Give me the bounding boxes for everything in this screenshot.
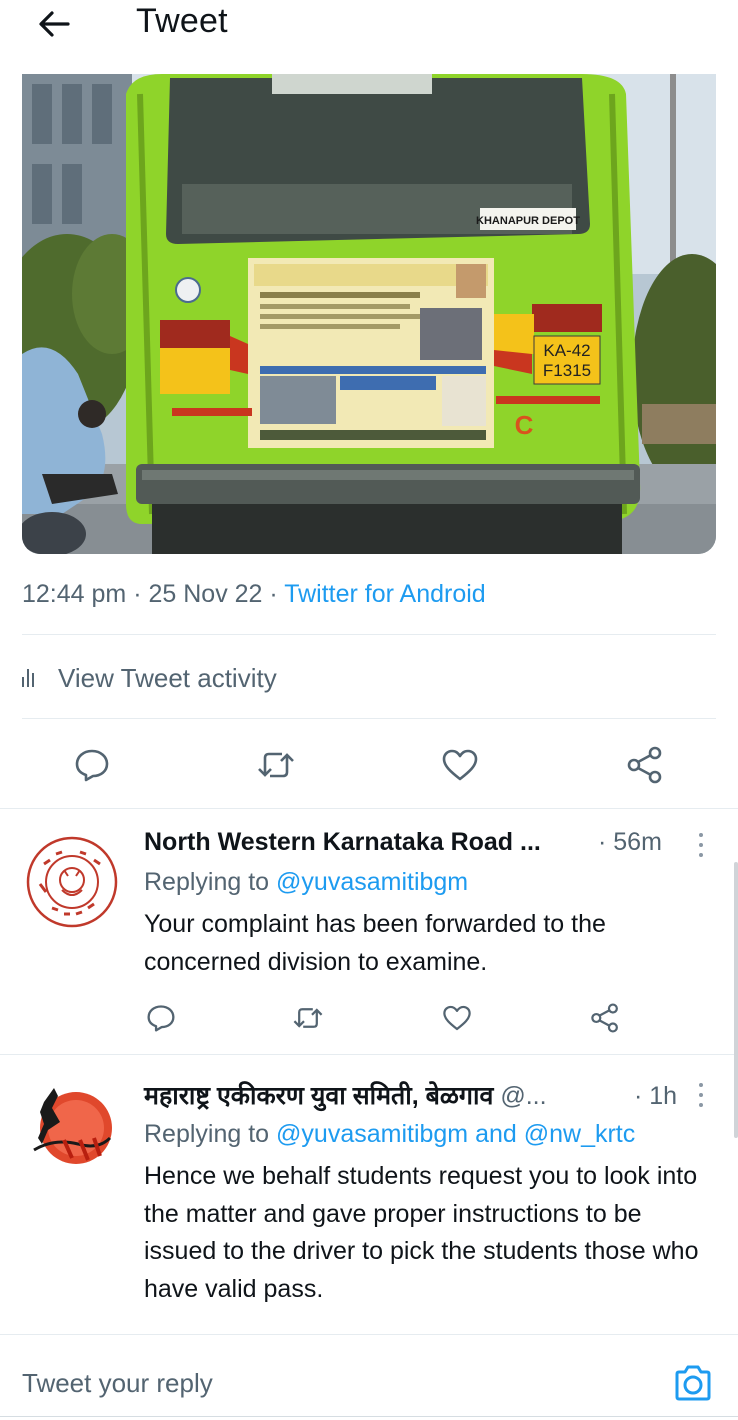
page-title: Tweet: [136, 2, 228, 40]
reply-author-name[interactable]: महाराष्ट्र एकीकरण युवा समिती, बेळगाव: [144, 1082, 493, 1110]
plate-line1: KA-42: [543, 341, 590, 360]
back-button[interactable]: [34, 4, 74, 44]
reply-input[interactable]: [22, 1358, 642, 1408]
more-dot-icon: [699, 833, 703, 837]
reply-button[interactable]: [67, 740, 117, 790]
divider: [0, 1334, 738, 1335]
share-button[interactable]: [585, 998, 625, 1038]
reply-header: North Western Karnataka Road ...: [144, 828, 541, 857]
heart-icon: [442, 749, 478, 781]
reply-text: Your complaint has been forwarded to the…: [144, 910, 606, 976]
more-dot-icon: [699, 1083, 703, 1087]
tweet-timestamp: 12:44 pm · 25 Nov 22 · Twitter for Andro…: [22, 580, 486, 609]
more-dot-icon: [699, 1103, 703, 1107]
arrow-left-icon: [39, 11, 70, 37]
depot-sign: KHANAPUR DEPOT: [476, 215, 580, 227]
more-dot-icon: [699, 1093, 703, 1097]
retweet-icon: [258, 752, 294, 778]
reply-composer: [0, 1358, 738, 1410]
replying-to-handles[interactable]: @yuvasamitibgm and @nw_krtc: [276, 1120, 635, 1148]
reply-tweet[interactable]: महाराष्ट्र एकीकरण युवा समिती, बेळगाव @..…: [0, 1056, 738, 1334]
reply-author-name[interactable]: North Western Karnataka Road ...: [144, 828, 541, 856]
top-bar: Tweet: [0, 0, 738, 48]
divider: [0, 1416, 738, 1417]
divider: [0, 808, 738, 809]
share-icon: [591, 1003, 618, 1033]
view-tweet-activity-label: View Tweet activity: [58, 662, 277, 693]
analytics-icon: [22, 667, 46, 689]
meta-separator-1: ·: [133, 580, 142, 608]
tweet-source-link[interactable]: Twitter for Android: [284, 580, 485, 608]
more-dot-icon: [699, 843, 703, 847]
retweet-button[interactable]: [251, 740, 301, 790]
reply-author-handle: @...: [500, 1082, 547, 1110]
reply-time: · 1h: [634, 1082, 678, 1110]
reply-time: · 56m: [598, 828, 662, 856]
replying-to-label: Replying to: [144, 868, 270, 896]
tweet-action-bar: [0, 740, 738, 790]
bus-photo: KHANAPUR DEPOT KA-42 F1315 C: [22, 74, 716, 554]
divider: [22, 634, 716, 635]
add-photo-button[interactable]: [672, 1362, 714, 1404]
reply-icon: [75, 749, 109, 782]
avatar[interactable]: [24, 834, 120, 930]
retweet-icon: [293, 1008, 323, 1028]
heart-icon: [443, 1005, 471, 1031]
replying-to-handle[interactable]: @yuvasamitibgm: [276, 868, 468, 896]
divider: [22, 718, 716, 719]
like-button[interactable]: [437, 998, 477, 1038]
tweet-media[interactable]: KHANAPUR DEPOT KA-42 F1315 C: [22, 74, 716, 554]
reply-header: महाराष्ट्र एकीकरण युवा समिती, बेळगाव @..…: [144, 1078, 547, 1112]
reply-tweet[interactable]: North Western Karnataka Road ... · 56m R…: [0, 810, 738, 1054]
share-button[interactable]: [620, 740, 670, 790]
reply-button[interactable]: [141, 998, 181, 1038]
replying-to: Replying to @yuvasamitibgm and @nw_krtc: [144, 1120, 635, 1149]
reply-icon: [147, 1005, 175, 1032]
avatar[interactable]: [24, 1078, 120, 1174]
more-options-button[interactable]: [694, 830, 708, 860]
more-options-button[interactable]: [694, 1080, 708, 1110]
camera-icon: [675, 1365, 711, 1401]
replying-to: Replying to @yuvasamitibgm: [144, 868, 468, 897]
tweet-time: 12:44 pm: [22, 580, 127, 608]
meta-separator-2: ·: [269, 580, 278, 608]
tweet-date: 25 Nov 22: [148, 580, 263, 608]
view-tweet-activity-button[interactable]: View Tweet activity: [22, 660, 277, 696]
bus-letter: C: [515, 410, 534, 440]
reply-action-bar: [0, 998, 738, 1038]
retweet-button[interactable]: [288, 998, 328, 1038]
divider: [0, 1054, 738, 1055]
like-button[interactable]: [435, 740, 485, 790]
reply-text: Hence we behalf students request you to …: [144, 1162, 699, 1303]
more-dot-icon: [699, 853, 703, 857]
plate-line2: F1315: [543, 361, 591, 380]
scrollbar[interactable]: [734, 862, 738, 1138]
nwkrtc-logo-icon: [25, 835, 119, 929]
replying-to-label: Replying to: [144, 1120, 270, 1148]
yuva-samiti-logo-icon: [24, 1078, 120, 1174]
share-icon: [627, 746, 662, 784]
